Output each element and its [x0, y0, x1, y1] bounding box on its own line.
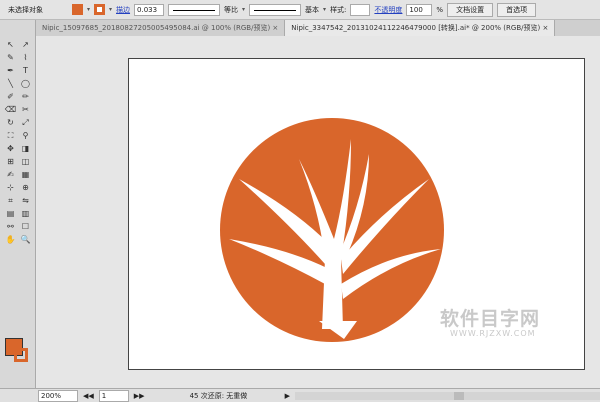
chevron-down-icon[interactable]: ▾ — [87, 6, 90, 13]
zoom-select[interactable]: 200% — [38, 389, 78, 402]
tool-button[interactable]: ⊞ — [4, 157, 17, 169]
watermark-logo: 软件目字网 — [440, 308, 541, 330]
tool-button[interactable]: 🔍 — [19, 235, 32, 247]
horizontal-scrollbar[interactable] — [294, 391, 600, 400]
play-icon[interactable]: ▶ — [285, 392, 290, 400]
document-setup-button[interactable]: 文档设置 — [447, 2, 494, 17]
tools-panel: ↖ ↗ ✎ ⌇ ✒ T ╲ ◯ ✐ ✏ ⌫ ✂ ↻ ⤢ ⛶ ⚲ ✥ ◨ ⊞ ◫ ✍ ▦ ⊹ ⊕ ⌗ ⇋ ▤ ▥ ⚯ ☐ ✋ 🔍 — [0, 20, 36, 390]
tool-button[interactable]: ⌫ — [4, 105, 17, 117]
first-page-icon[interactable]: ◀◀ — [83, 392, 94, 400]
profile-label: 等比 — [224, 5, 239, 14]
brush-label: 基本 — [305, 5, 320, 14]
tool-button[interactable]: ✎ — [4, 53, 17, 65]
tool-button[interactable]: ✐ — [4, 92, 17, 104]
opacity-link[interactable]: 不透明度 — [374, 5, 402, 15]
tool-button[interactable]: ⊕ — [19, 183, 32, 195]
tool-button[interactable]: ↖ — [4, 40, 17, 52]
tool-button[interactable]: ✋ — [4, 235, 17, 247]
tool-button[interactable]: ⌗ — [4, 196, 17, 208]
opacity-input[interactable]: 100 — [406, 3, 433, 16]
page-select[interactable]: 1 — [98, 389, 129, 402]
tool-button[interactable]: ✥ — [4, 144, 17, 156]
chevron-down-icon[interactable]: ▾ — [109, 6, 112, 13]
tool-button[interactable]: ⊹ — [4, 183, 17, 195]
tool-button[interactable]: ⤢ — [19, 118, 32, 130]
tool-button[interactable]: ✒ — [4, 66, 17, 78]
tool-button[interactable]: ⚲ — [19, 131, 32, 143]
variable-width-profile[interactable] — [168, 3, 221, 16]
brush-definition[interactable] — [249, 3, 302, 16]
tool-button[interactable]: ⛶ — [4, 131, 17, 143]
tool-button[interactable]: ✂ — [19, 105, 32, 117]
tool-button[interactable]: ▤ — [4, 209, 17, 221]
tab-label: Nipic_15097685_20180827205005495084.ai @… — [42, 24, 271, 32]
watermark-url: WWW.RJZXW.COM — [450, 329, 536, 338]
percent-sign: % — [436, 5, 444, 14]
tool-button[interactable]: ⚯ — [4, 222, 17, 234]
tab-document-1[interactable]: Nipic_15097685_20180827205005495084.ai @… — [36, 20, 286, 36]
tool-button[interactable]: ▦ — [19, 170, 32, 182]
tool-button[interactable]: ◨ — [19, 144, 32, 156]
stroke-weight-input[interactable]: 0.033 — [134, 3, 165, 16]
tab-document-2[interactable]: Nipic_3347542_20131024112246479000 [转换].… — [285, 20, 556, 36]
stroke-swatch[interactable] — [94, 4, 106, 15]
style-select[interactable] — [350, 3, 371, 16]
tool-button[interactable]: ✏ — [19, 92, 32, 104]
status-bar: 200% ◀◀ 1 ▶▶ 45 次还原: 无重做 ▶ — [0, 388, 600, 402]
tool-button[interactable]: ◫ — [19, 157, 32, 169]
tool-button[interactable]: ↗ — [19, 40, 32, 52]
undo-status: 45 次还原: 无重做 — [189, 391, 248, 400]
control-bar: 未选择对象 ▾ ▾ 描边 0.033 等比 ▾ 基本 ▾ 样式: 不透明度 100%… — [0, 0, 600, 20]
close-icon[interactable]: × — [272, 24, 278, 32]
tool-button[interactable]: T — [19, 66, 32, 78]
document-tabs: Nipic_15097685_20180827205005495084.ai @… — [36, 20, 600, 36]
tool-button[interactable]: ╲ — [4, 79, 17, 91]
tool-button[interactable]: ◯ — [19, 79, 32, 91]
tool-button[interactable]: ⇋ — [19, 196, 32, 208]
close-icon[interactable]: × — [542, 24, 548, 32]
stroke-link[interactable]: 描边 — [116, 5, 130, 15]
selection-label: 未选择对象 — [8, 5, 43, 14]
tool-button[interactable]: ☐ — [19, 222, 32, 234]
preferences-button[interactable]: 首选项 — [497, 2, 537, 17]
tool-button[interactable]: ▥ — [19, 209, 32, 221]
style-label: 样式: — [330, 5, 347, 14]
fill-swatch[interactable] — [72, 4, 83, 15]
stroke-swatch[interactable] — [14, 348, 28, 362]
tool-button[interactable]: ✍ — [4, 170, 17, 182]
last-page-icon[interactable]: ▶▶ — [134, 392, 145, 400]
tool-button[interactable]: ⌇ — [19, 53, 32, 65]
tool-button[interactable]: ↻ — [4, 118, 17, 130]
tab-label: Nipic_3347542_20131024112246479000 [转换].… — [291, 24, 541, 32]
